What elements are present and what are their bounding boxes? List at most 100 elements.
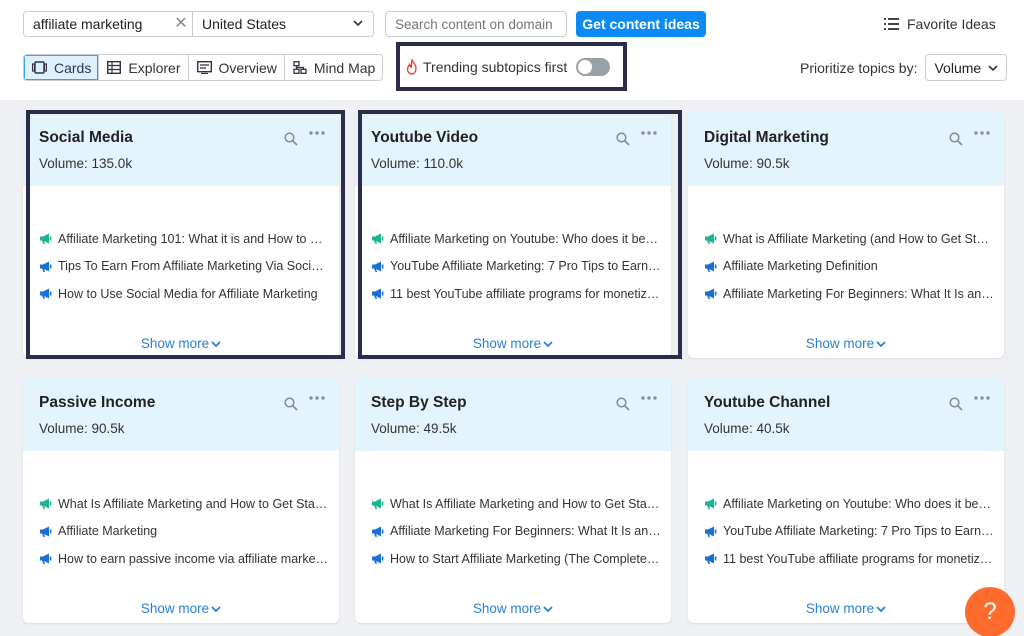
idea-item[interactable]: Affiliate Marketing on Youtube: Who does… [371,225,661,253]
favorite-ideas-label: Favorite Ideas [907,16,996,32]
megaphone-blue-icon [372,288,384,300]
chevron-down-icon [211,606,221,613]
topic-card[interactable]: Youtube Video Volume: 110.0k Affiliate M… [355,112,671,358]
idea-item[interactable]: Affiliate Marketing 101: What it is and … [39,225,329,253]
show-more-label: Show more [805,336,875,351]
card-header: Digital Marketing Volume: 90.5k [688,112,1004,186]
more-options-icon[interactable] [974,396,990,400]
tab-explorer[interactable]: Explorer [98,55,187,80]
idea-item[interactable]: YouTube Affiliate Marketing: 7 Pro Tips … [371,253,661,281]
keyword-value[interactable]: affiliate marketing [33,16,170,32]
chevron-down-icon [988,65,999,72]
show-more-link[interactable]: Show more [355,336,671,351]
megaphone-blue-icon [40,288,52,300]
chevron-down-icon [876,341,886,348]
more-options-icon[interactable] [309,396,325,400]
more-options-icon[interactable] [309,131,325,135]
show-more-link[interactable]: Show more [23,601,339,616]
megaphone-blue-icon [705,261,717,272]
topic-card[interactable]: Digital Marketing Volume: 90.5k What is … [688,112,1004,358]
mind-map-icon [293,61,307,74]
megaphone-blue-icon [705,553,717,565]
search-icon[interactable] [616,132,630,146]
view-tabs: Cards Explorer Overview Mind Map [23,54,384,81]
megaphone-blue-icon [372,526,384,537]
card-volume: Volume: 90.5k [704,156,790,171]
more-options-icon[interactable] [974,131,990,135]
idea-item[interactable]: How to Use Social Media for Affiliate Ma… [39,280,329,308]
favorite-ideas-button[interactable]: Favorite Ideas [884,11,996,37]
more-options-icon[interactable] [641,396,657,400]
show-more-link[interactable]: Show more [23,336,339,351]
idea-title: 11 best YouTube affiliate programs for m… [723,551,994,566]
tab-overview[interactable]: Overview [187,55,284,80]
idea-title: YouTube Affiliate Marketing: 7 Pro Tips … [390,259,661,274]
idea-item[interactable]: 11 best YouTube affiliate programs for m… [704,545,994,573]
show-more-label: Show more [140,336,210,351]
cards-icon [32,61,47,74]
search-icon[interactable] [616,397,630,411]
card-volume: Volume: 90.5k [39,421,125,436]
idea-item[interactable]: Affiliate Marketing [39,518,329,546]
idea-item[interactable]: How to earn passive income via affiliate… [39,545,329,573]
idea-list: What is Affiliate Marketing (and How to … [704,225,994,308]
country-select[interactable]: United States [192,11,374,37]
more-options-icon[interactable] [641,131,657,135]
toolbar: affiliate marketing ✕ United States Get … [0,0,1024,100]
topic-card[interactable]: Youtube Channel Volume: 40.5k Affiliate … [688,377,1004,623]
megaphone-blue-icon [705,288,717,300]
idea-item[interactable]: 11 best YouTube affiliate programs for m… [371,280,661,308]
card-header: Step By Step Volume: 49.5k [355,377,671,451]
tab-cards[interactable]: Cards [24,55,99,80]
topic-card[interactable]: Passive Income Volume: 90.5k What Is Aff… [23,377,339,623]
topic-card[interactable]: Step By Step Volume: 49.5k What Is Affil… [355,377,671,623]
idea-item[interactable]: What Is Affiliate Marketing and How to G… [39,490,329,518]
search-icon[interactable] [284,397,298,411]
idea-list: What Is Affiliate Marketing and How to G… [39,490,329,573]
topic-card[interactable]: Social Media Volume: 135.0k Affiliate Ma… [23,112,339,358]
prioritize-label: Prioritize topics by: [800,59,918,76]
idea-item[interactable]: How to Start Affiliate Marketing (The Co… [371,545,661,573]
list-icon [884,18,899,30]
idea-item[interactable]: Tips To Earn From Affiliate Marketing Vi… [39,253,329,281]
idea-title: How to Start Affiliate Marketing (The Co… [390,551,661,566]
idea-item[interactable]: Affiliate Marketing For Beginners: What … [371,518,661,546]
domain-search-input[interactable] [385,11,567,37]
prioritize-select[interactable]: Volume [925,54,1008,81]
help-button[interactable]: ? [965,587,1015,636]
search-icon[interactable] [284,132,298,146]
megaphone-green-icon [705,233,717,245]
fire-icon [406,58,417,75]
prioritize-control: Prioritize topics by: Volume [800,54,1008,81]
idea-title: 11 best YouTube affiliate programs for m… [390,286,661,301]
idea-item[interactable]: Affiliate Marketing Definition [704,253,994,281]
megaphone-green-icon [372,233,384,245]
search-icon[interactable] [949,132,963,146]
idea-item[interactable]: YouTube Affiliate Marketing: 7 Pro Tips … [704,518,994,546]
tab-mind-map[interactable]: Mind Map [283,55,382,80]
idea-title: Affiliate Marketing 101: What it is and … [58,231,329,246]
idea-item[interactable]: What Is Affiliate Marketing and How to G… [371,490,661,518]
megaphone-blue-icon [40,553,52,565]
trending-toggle[interactable] [576,57,611,76]
idea-title: What is Affiliate Marketing (and How to … [723,231,994,246]
show-more-label: Show more [140,601,210,616]
get-content-ideas-button[interactable]: Get content ideas [576,11,706,37]
megaphone-blue-icon [40,526,52,537]
idea-item[interactable]: Affiliate Marketing on Youtube: Who does… [704,490,994,518]
megaphone-blue-icon [372,553,384,565]
show-more-link[interactable]: Show more [688,336,1004,351]
show-more-link[interactable]: Show more [355,601,671,616]
chevron-down-icon [543,606,553,613]
search-icon[interactable] [949,397,963,411]
keyword-input[interactable]: affiliate marketing ✕ [23,11,193,37]
chevron-down-icon [543,341,553,348]
idea-item[interactable]: What is Affiliate Marketing (and How to … [704,225,994,253]
card-header: Passive Income Volume: 90.5k [23,377,339,451]
idea-item[interactable]: Affiliate Marketing For Beginners: What … [704,280,994,308]
idea-title: Affiliate Marketing on Youtube: Who does… [723,496,994,511]
table-icon [107,61,122,74]
show-more-link[interactable]: Show more [688,601,1004,616]
country-value: United States [202,16,287,32]
clear-icon[interactable]: ✕ [170,12,192,36]
